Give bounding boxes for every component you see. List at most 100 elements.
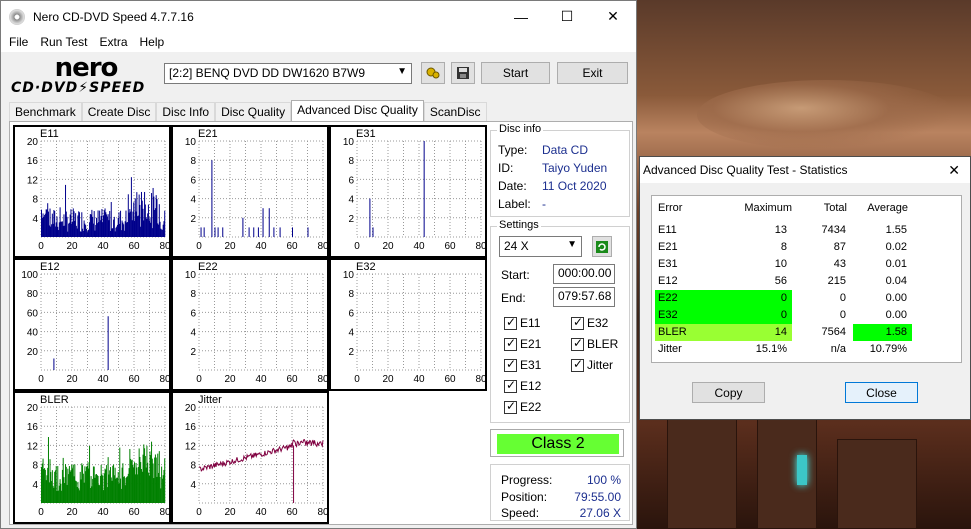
chart-e21: E21 10 8 6 4 2 0 20 40 60 80 [171, 125, 329, 258]
wallpaper-tower [837, 439, 917, 529]
stats-cell: 0.01 [885, 258, 907, 270]
x-tick-label: 40 [413, 374, 425, 385]
start-input[interactable]: 000:00.00 [553, 264, 615, 284]
start-label: Start: [501, 268, 530, 282]
dialog-title-bar: Advanced Disc Quality Test - Statistics … [640, 157, 970, 183]
bar [268, 208, 270, 237]
y-tick-label: 4 [32, 480, 38, 491]
menu-extra[interactable]: Extra [99, 35, 127, 49]
y-tick-label: 4 [190, 195, 196, 206]
close-button[interactable]: ✕ [590, 1, 636, 32]
x-tick-label: 0 [354, 374, 360, 385]
stats-cell: E32 [658, 309, 678, 321]
exit-button[interactable]: Exit [557, 62, 628, 84]
refresh-icon [596, 240, 608, 253]
e11-checkbox[interactable]: E11 [504, 315, 540, 330]
chart-svg: 201612840 20 40 60 80 [27, 403, 169, 518]
y-tick-label: 60 [27, 308, 39, 319]
tab-create-disc[interactable]: Create Disc [81, 102, 157, 122]
menu-help[interactable]: Help [140, 35, 165, 49]
y-tick-label: 6 [348, 175, 354, 186]
tab-scandisc[interactable]: ScanDisc [423, 102, 487, 122]
chevron-down-icon: ▼ [567, 239, 577, 250]
end-input[interactable]: 079:57.68 [553, 287, 615, 307]
disc-date-value: 11 Oct 2020 [542, 179, 607, 193]
dialog-title: Advanced Disc Quality Test - Statistics [643, 163, 848, 177]
x-tick-label: 20 [66, 241, 78, 252]
class-indicator: Class 2 [490, 429, 624, 457]
bar [253, 227, 255, 237]
end-label: End: [501, 291, 526, 305]
y-tick-label: 4 [190, 480, 196, 491]
y-tick-label: 8 [190, 289, 196, 300]
menu-file[interactable]: File [9, 35, 28, 49]
dialog-close-icon[interactable]: ✕ [948, 157, 960, 183]
stats-cell: 14 [774, 326, 787, 338]
x-tick-label: 60 [286, 374, 298, 385]
disc-info-group: Disc info Type: Data CD ID: Taiyo Yuden Da… [490, 123, 630, 217]
stats-header-row: Error Maximum Total Average [652, 200, 961, 217]
x-tick-label: 60 [444, 374, 456, 385]
logo-cdvdspeed-text: CD·DVD⚡SPEED [11, 80, 146, 96]
menu-run-test[interactable]: Run Test [40, 35, 87, 49]
disc-type-value: Data CD [542, 143, 589, 157]
x-tick-label: 40 [255, 507, 267, 518]
start-button[interactable]: Start [481, 62, 550, 84]
e31-checkbox[interactable]: E31 [504, 357, 541, 372]
y-tick-label: 20 [27, 137, 39, 148]
bar [279, 227, 281, 237]
minimize-button[interactable]: — [498, 1, 544, 32]
tab-disc-info[interactable]: Disc Info [156, 102, 216, 122]
tab-disc-quality[interactable]: Disc Quality [215, 102, 292, 122]
y-tick-label: 8 [32, 195, 38, 206]
x-tick-label: 40 [97, 241, 109, 252]
x-tick-label: 80 [317, 374, 327, 385]
bar [222, 227, 224, 237]
x-tick-label: 20 [66, 374, 78, 385]
e22-checkbox[interactable]: E22 [504, 399, 541, 414]
maximize-button[interactable]: ☐ [544, 1, 590, 32]
y-tick-label: 20 [27, 347, 39, 358]
disc-label-value: - [542, 197, 546, 211]
stats-cell: n/a [830, 343, 846, 355]
y-tick-label: 8 [348, 156, 354, 167]
refresh-speed-button[interactable] [592, 236, 612, 257]
x-tick-label: 80 [475, 241, 485, 252]
class-value: Class 2 [497, 434, 619, 454]
drive-config-button[interactable] [421, 62, 445, 84]
main-window: Nero CD-DVD Speed 4.7.7.16 — ☐ ✕ File Ru… [0, 0, 637, 529]
chart-e31: E31 10 8 6 4 2 0 20 40 60 80 [329, 125, 487, 258]
position-value: 79:55.00 [574, 490, 621, 504]
e21-checkbox[interactable]: E21 [504, 336, 541, 351]
stats-cell: E12 [658, 275, 678, 287]
copy-button[interactable]: Copy [692, 382, 765, 403]
progress-label: Progress: [501, 473, 553, 487]
stats-header-cell: Total [823, 202, 847, 214]
bar [257, 227, 259, 237]
bar [273, 227, 275, 237]
menu-bar: File Run Test Extra Help [1, 32, 636, 52]
bler-checkbox[interactable]: BLER [571, 336, 618, 351]
e12-checkbox[interactable]: E12 [504, 378, 541, 393]
chart-e12: E12 100 80 60 40 20 0 20 40 60 80 [13, 258, 171, 391]
speed-label: Speed: [501, 506, 540, 520]
stats-cell: E21 [658, 241, 678, 253]
tab-advanced-disc-quality[interactable]: Advanced Disc Quality [291, 100, 424, 122]
close-dialog-button[interactable]: Close [845, 382, 918, 403]
x-tick-label: 60 [128, 374, 140, 385]
jitter-checkbox[interactable]: Jitter [571, 357, 613, 372]
speed-select[interactable]: 24 X ▼ [499, 236, 582, 257]
save-button[interactable] [451, 62, 475, 84]
bar [211, 160, 213, 237]
x-tick-label: 20 [224, 507, 236, 518]
x-tick-label: 60 [286, 507, 298, 518]
tab-benchmark[interactable]: Benchmark [9, 102, 82, 122]
e32-checkbox[interactable]: E32 [571, 315, 608, 330]
y-tick-label: 2 [348, 214, 354, 225]
chart-e11: E11 20 16 12 8 4 0 20 40 60 80 [13, 125, 171, 258]
disc-id-value: Taiyo Yuden [542, 161, 608, 175]
drive-select[interactable]: [2:2] BENQ DVD DD DW1620 B7W9 ▼ [164, 63, 412, 84]
x-tick-label: 40 [97, 374, 109, 385]
stats-cell: 10.79% [869, 343, 907, 355]
y-tick-label: 80 [27, 289, 39, 300]
